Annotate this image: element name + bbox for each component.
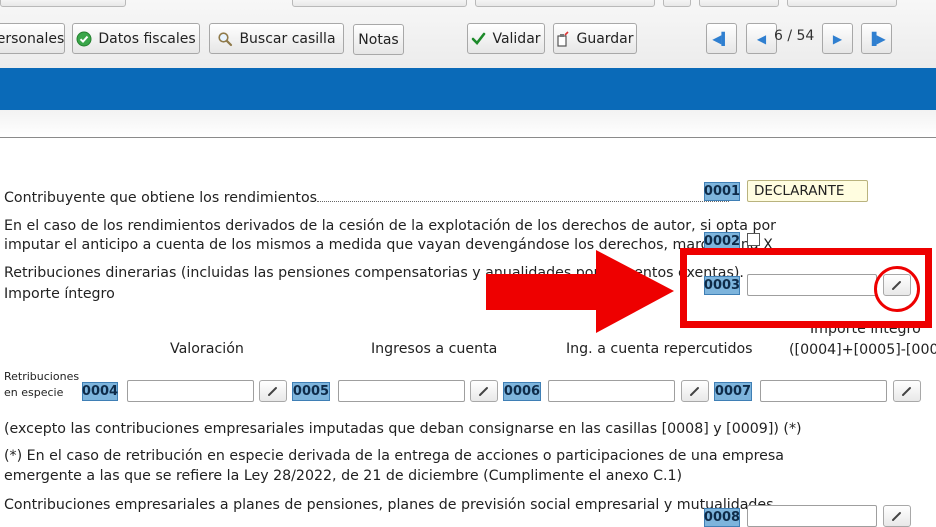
col-header-valoracion: Valoración (170, 341, 244, 357)
first-page-icon: ◀▍ (712, 31, 731, 46)
emergente-note-line1: (*) En el caso de retribución en especie… (4, 448, 784, 464)
checkmark-icon (472, 32, 486, 45)
next-page-button[interactable]: ▶ (822, 23, 853, 54)
col-header-ing-repercutidos: Ing. a cuenta repercutidos (566, 341, 753, 357)
pencil-icon (690, 387, 699, 396)
toolbar-top-control[interactable] (787, 0, 897, 7)
validar-label: Validar (492, 30, 541, 47)
toolbar-top-control[interactable] (663, 0, 691, 7)
datos-fiscales-label: Datos fiscales (98, 30, 196, 47)
toolbar: ersonales Datos fiscales Buscar casilla … (0, 0, 936, 68)
code-badge-0007: 0007 (714, 382, 752, 401)
code-badge-0006: 0006 (503, 382, 541, 401)
guardar-button[interactable]: Guardar (553, 23, 637, 54)
contribuyente-field[interactable]: DECLARANTE (747, 180, 868, 202)
next-page-icon: ▶ (832, 31, 843, 46)
previous-page-icon: ◀ (756, 31, 767, 46)
save-icon (557, 30, 570, 47)
toolbar-top-control[interactable] (475, 0, 655, 7)
section-header-shadow (0, 110, 936, 138)
datos-personales-button[interactable]: ersonales (0, 23, 65, 54)
edit-0008-button[interactable] (883, 505, 911, 527)
importe-integro-0007-input[interactable] (760, 380, 887, 402)
page-counter: 6 / 54 (774, 28, 815, 44)
search-icon (218, 31, 233, 46)
row-0002-label-line1: En el caso de los rendimientos derivados… (4, 218, 776, 234)
edit-0007-button[interactable] (893, 380, 921, 402)
especie-note: (excepto las contribuciones empresariale… (4, 421, 802, 437)
notas-button[interactable]: Notas (353, 24, 404, 55)
valoracion-0004-input[interactable] (127, 380, 254, 402)
especie-row-label-line1: Retribuciones (4, 370, 80, 383)
code-badge-0004: 0004 (81, 382, 119, 401)
col-header-importe-formula: ([0004]+[0005]-[0006]) (789, 342, 936, 358)
datos-fiscales-button[interactable]: Datos fiscales (72, 23, 200, 54)
ingresos-cuenta-0005-input[interactable] (338, 380, 465, 402)
toolbar-top-control[interactable] (292, 0, 467, 7)
pencil-icon (892, 512, 901, 521)
highlight-circle-edit-button (874, 266, 920, 312)
code-badge-0005: 0005 (292, 382, 330, 401)
toolbar-top-control[interactable] (699, 0, 779, 7)
especie-row-label-line2: en especie (4, 386, 64, 399)
pencil-icon (902, 387, 911, 396)
last-page-button[interactable]: ▐▶ (861, 23, 892, 54)
pencil-icon (268, 387, 277, 396)
ing-repercutidos-0006-input[interactable] (548, 380, 675, 402)
buscar-casilla-label: Buscar casilla (239, 30, 336, 47)
toolbar-top-control[interactable] (0, 0, 126, 7)
validar-button[interactable]: Validar (467, 23, 545, 54)
derechos-autor-checkbox[interactable] (747, 233, 760, 246)
pencil-icon (479, 387, 488, 396)
section-header-band (0, 68, 936, 110)
red-arrow-annotation (486, 250, 674, 333)
code-badge-0008: 0008 (703, 508, 741, 527)
notas-label: Notas (358, 31, 399, 48)
datos-personales-label: ersonales (0, 30, 65, 47)
row-0003-label-line2: Importe íntegro (4, 286, 115, 302)
edit-0005-button[interactable] (470, 380, 498, 402)
emergente-note-line2: emergente a las que se refiere la Ley 28… (4, 468, 683, 484)
first-page-button[interactable]: ◀▍ (706, 23, 737, 54)
col-header-ingresos-cuenta: Ingresos a cuenta (371, 341, 498, 357)
buscar-casilla-button[interactable]: Buscar casilla (209, 23, 344, 54)
edit-0004-button[interactable] (259, 380, 287, 402)
row-0001-label: Contribuyente que obtiene los rendimient… (4, 189, 730, 208)
contribuciones-0008-input[interactable] (747, 505, 877, 527)
guardar-label: Guardar (576, 30, 634, 47)
last-page-icon: ▐▶ (867, 31, 886, 46)
row-0008-label: Contribuciones empresariales a planes de… (4, 497, 774, 513)
edit-0006-button[interactable] (681, 380, 709, 402)
code-badge-0001: 0001 (703, 182, 741, 201)
previous-page-button[interactable]: ◀ (746, 23, 777, 54)
check-circle-icon (76, 31, 92, 46)
